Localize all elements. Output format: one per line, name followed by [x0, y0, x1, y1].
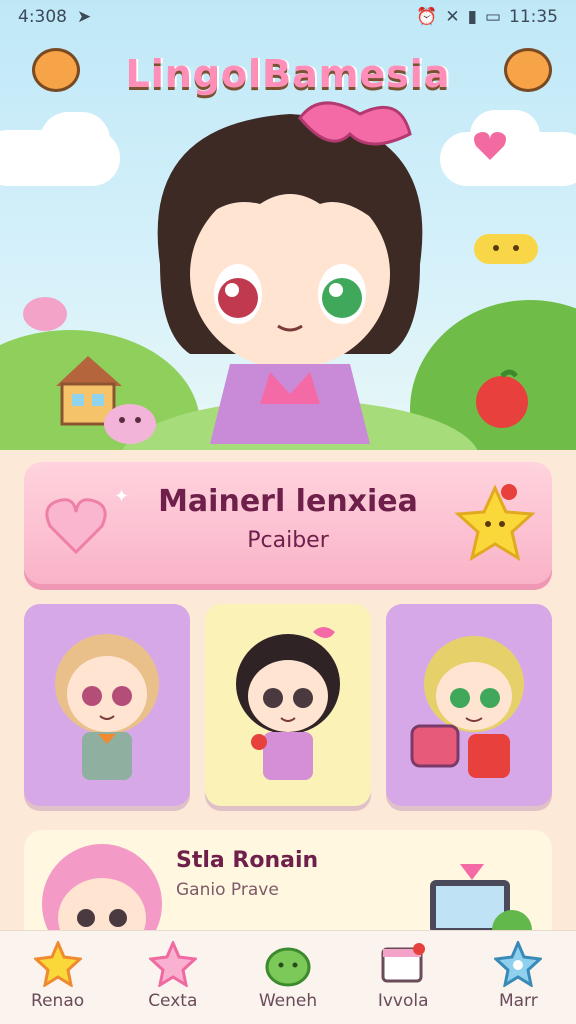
story-title: Stla Ronain [176, 848, 319, 873]
status-time-left: 4:308 [18, 7, 67, 27]
pink-cloud-critter-icon [23, 297, 67, 331]
tab-cexta[interactable]: Cexta [118, 931, 228, 1011]
bottom-tab-bar: Renao Cexta Weneh Ivvola Marr [0, 930, 576, 1024]
tab-label: Weneh [258, 991, 318, 1011]
tab-ivvola[interactable]: Ivvola [348, 931, 458, 1011]
status-bar: 4:308 ➤ ⏰ ✕ ▮ ▭ 11:35 [0, 0, 576, 34]
tab-label: Renao [31, 991, 85, 1011]
featured-card[interactable]: ✦ Mainerl lenxiea Pcaiber [24, 462, 552, 584]
calendar-icon [381, 943, 426, 983]
battery-icon: ▭ [484, 7, 501, 27]
yellow-cat-icon [474, 234, 538, 264]
green-eye-chibi-illustration [410, 636, 524, 778]
pink-star-icon [148, 941, 197, 987]
tab-label: Ivvola [377, 991, 429, 1011]
app-title: LingolBamesia [125, 52, 451, 96]
heart-icon [474, 132, 506, 160]
smiling-star-icon [454, 484, 536, 562]
wifi-icon: ✕ [445, 7, 460, 27]
tab-marr[interactable]: Marr [463, 931, 573, 1011]
character-tile-green-eyes[interactable] [386, 604, 552, 806]
blue-star-icon [494, 941, 543, 987]
signal-icon: ➤ [77, 7, 92, 27]
character-tile-blonde[interactable] [24, 604, 190, 806]
tab-label: Marr [498, 991, 538, 1011]
alarm-icon: ⏰ [416, 7, 438, 27]
apple-icon [476, 369, 528, 428]
green-blob-icon [265, 947, 311, 987]
tab-label: Cexta [148, 991, 198, 1011]
tab-weneh[interactable]: Weneh [233, 931, 343, 1011]
dark-hair-chibi-illustration [236, 627, 340, 780]
star-icon [33, 941, 82, 987]
cell-signal-icon: ▮ [467, 7, 477, 27]
story-subtitle: Ganio Prave [176, 880, 279, 900]
cloud [40, 112, 110, 168]
tab-renao[interactable]: Renao [3, 931, 113, 1011]
main-character-illustration [157, 101, 423, 444]
hero-banner: LingolBamesia [0, 0, 576, 450]
status-time-right: 11:35 [509, 7, 558, 27]
character-tile-dark-hair[interactable] [205, 604, 371, 806]
pink-bunny-icon [104, 404, 156, 444]
blonde-chibi-illustration [55, 634, 159, 780]
